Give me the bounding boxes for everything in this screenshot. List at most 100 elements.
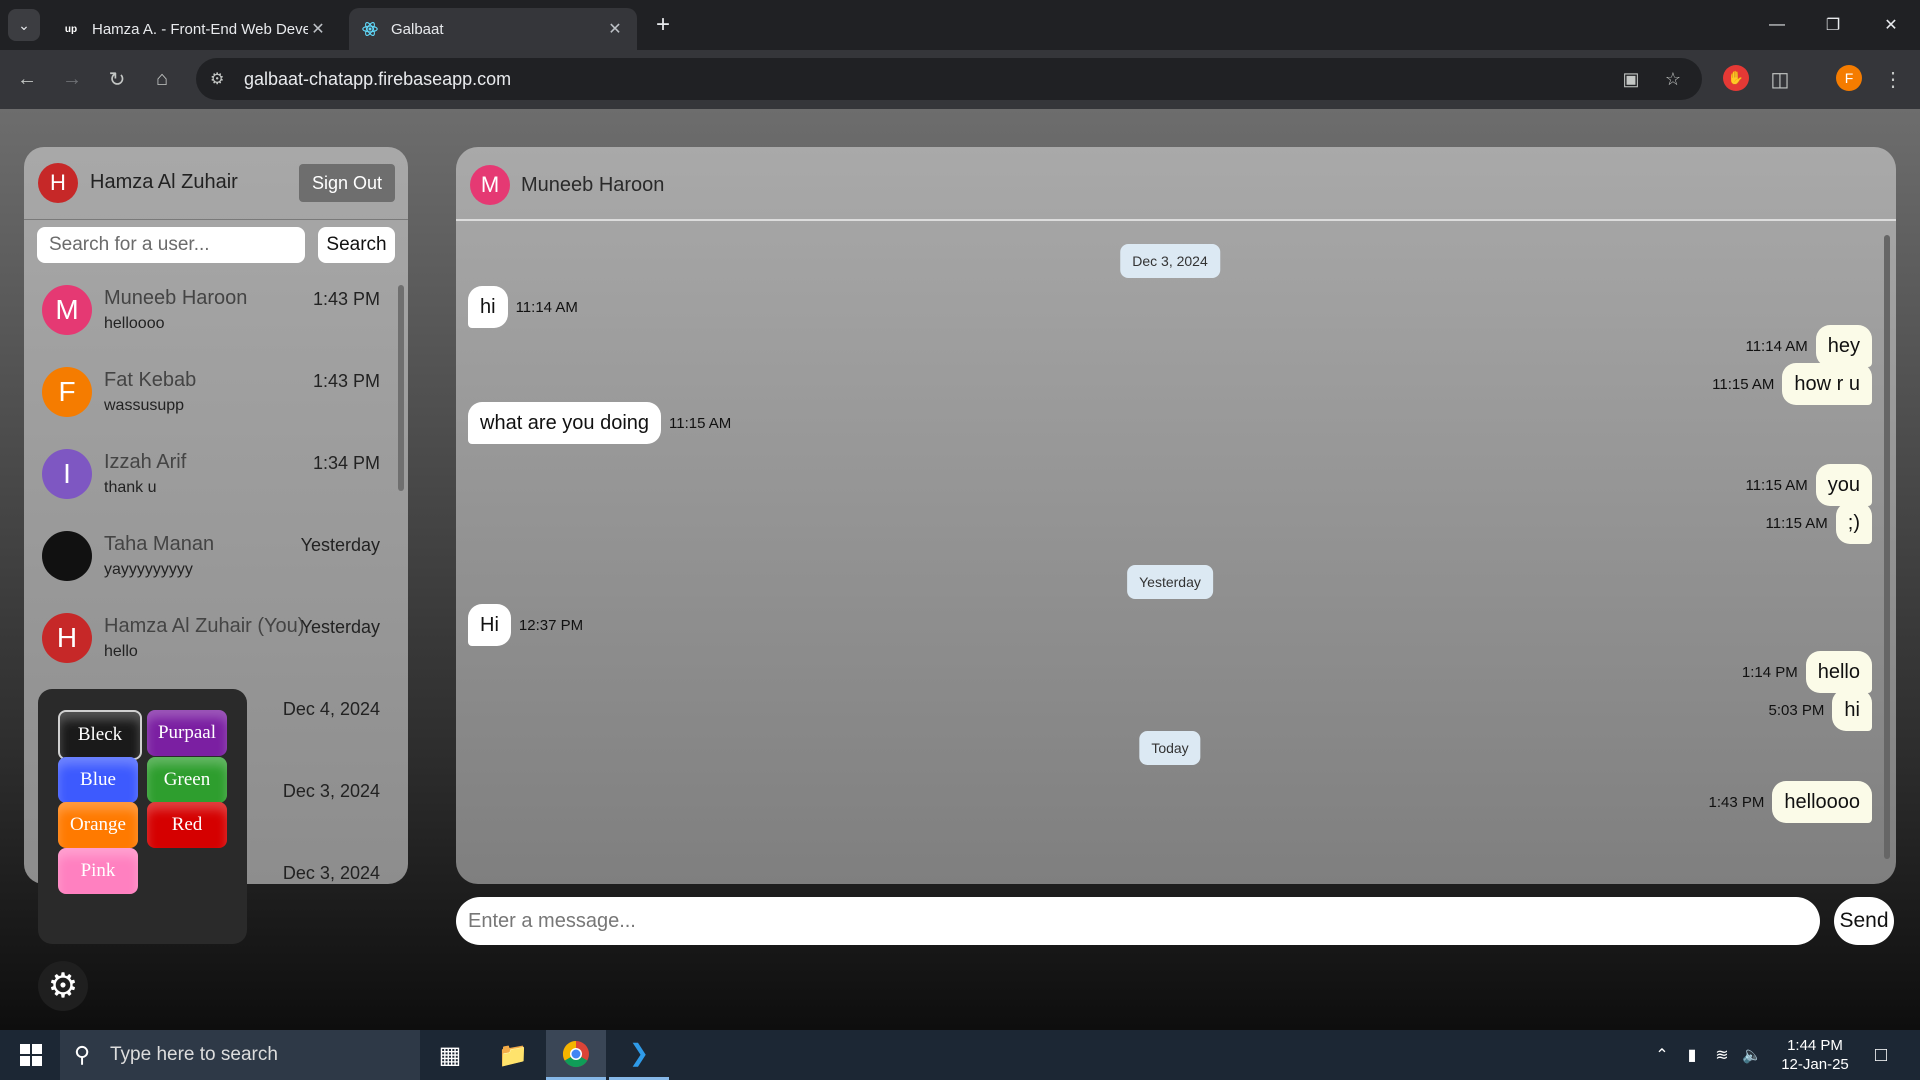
message-bubble: Hi (468, 604, 511, 646)
message-time: 11:14 AM (515, 298, 578, 316)
conversation-preview: helloooo (104, 315, 165, 332)
conversation-item[interactable]: M Muneeb Haroon helloooo 1:43 PM (24, 273, 396, 355)
message-time: 11:15 AM (669, 414, 732, 432)
theme-option-orange[interactable]: Orange (58, 802, 138, 848)
home-icon[interactable]: ⌂ (147, 64, 177, 94)
message-bubble: helloooo (1772, 781, 1872, 823)
message-time: 11:15 AM (1745, 476, 1808, 494)
sidebar-scrollbar[interactable] (398, 285, 404, 491)
extension-puzzle-icon[interactable]: ◫ (1765, 64, 1795, 94)
tab-list-chevron-icon[interactable]: ⌄ (8, 9, 40, 41)
chat-contact-name: Muneeb Haroon (521, 174, 665, 196)
file-explorer-icon[interactable]: 📁 (483, 1030, 543, 1080)
address-bar[interactable]: ⚙ galbaat-chatapp.firebaseapp.com ▣ ☆ (196, 58, 1702, 100)
conversation-item[interactable]: I Izzah Arif thank u 1:34 PM (24, 437, 396, 519)
task-view-icon[interactable]: ▦ (420, 1030, 480, 1080)
kebab-menu-icon[interactable]: ⋮ (1878, 64, 1908, 94)
message-time: 12:37 PM (518, 616, 584, 634)
taskbar: ⚲ Type here to search ▦ 📁 ❯ ⌃ ▮ ≋ 🔈 1:44… (0, 1030, 1920, 1080)
conversation-preview: hello (104, 643, 138, 660)
chevron-up-icon[interactable]: ⌃ (1650, 1044, 1674, 1066)
message-time: 1:43 PM (1708, 793, 1765, 811)
message-bubble: hi (468, 286, 508, 328)
message-time: 11:15 AM (1712, 375, 1775, 393)
outgoing-message: hey 11:14 AM (1737, 325, 1872, 367)
wifi-icon[interactable]: ≋ (1710, 1044, 1734, 1066)
restore-icon[interactable]: ❐ (1810, 10, 1856, 40)
tab-upwork[interactable]: up Hamza A. - Front-End Web Developer ✕ (50, 8, 340, 50)
outgoing-message: hi 5:03 PM (1761, 689, 1872, 731)
close-window-icon[interactable]: ✕ (1868, 10, 1914, 40)
close-icon[interactable]: ✕ (605, 19, 625, 39)
close-icon[interactable]: ✕ (308, 19, 328, 39)
battery-icon[interactable]: ▮ (1680, 1044, 1704, 1066)
theme-option-red[interactable]: Red (147, 802, 227, 848)
forward-arrow-icon[interactable]: → (57, 64, 87, 94)
chrome-icon[interactable] (546, 1030, 606, 1080)
clock[interactable]: 1:44 PM 12-Jan-25 (1760, 1036, 1870, 1074)
conversation-item[interactable]: F Fat Kebab wassusupp 1:43 PM (24, 355, 396, 437)
reload-icon[interactable]: ↻ (102, 64, 132, 94)
conversation-preview: thank u (104, 479, 157, 496)
taskbar-search-box[interactable]: ⚲ Type here to search (60, 1030, 420, 1080)
conversation-time: 1:43 PM (312, 371, 380, 391)
profile-avatar[interactable]: F (1836, 65, 1862, 91)
message-input[interactable] (456, 897, 1820, 945)
date-separator: Today (1139, 731, 1201, 765)
message-time: 5:03 PM (1768, 701, 1825, 719)
windows-start-icon[interactable] (10, 1040, 52, 1070)
message-list: Dec 3, 2024 hi 11:14 AM hey 11:14 AM how r u 1… (456, 221, 1896, 884)
chat-scrollbar[interactable] (1884, 235, 1890, 859)
site-settings-icon[interactable]: ⚙ (210, 69, 236, 89)
outgoing-message: ;) 11:15 AM (1758, 502, 1872, 544)
user-search-input[interactable] (37, 227, 305, 263)
theme-option-bleck[interactable]: Bleck (58, 710, 142, 760)
upwork-icon: up (64, 23, 78, 35)
back-arrow-icon[interactable]: ← (12, 64, 42, 94)
outgoing-message: how r u 11:15 AM (1704, 363, 1872, 405)
notification-icon[interactable]: □ (1866, 1042, 1896, 1068)
conversation-time: Dec 3, 2024 (282, 863, 380, 883)
star-icon[interactable]: ☆ (1660, 66, 1686, 92)
message-bubble: how r u (1782, 363, 1872, 405)
vscode-icon[interactable]: ❯ (609, 1030, 669, 1080)
minimize-icon[interactable]: — (1754, 10, 1800, 40)
plus-icon[interactable]: + (650, 11, 676, 38)
theme-option-blue[interactable]: Blue (58, 757, 138, 803)
incoming-message: hi 11:14 AM (468, 286, 586, 328)
outgoing-message: you 11:15 AM (1737, 464, 1872, 506)
conversation-item[interactable]: H Hamza Al Zuhair (You) hello Yesterday (24, 601, 396, 683)
outgoing-message: hello 1:14 PM (1734, 651, 1872, 693)
sign-out-button[interactable]: Sign Out (299, 164, 395, 202)
react-icon (361, 20, 379, 38)
theme-option-pink[interactable]: Pink (58, 848, 138, 894)
chat-header: M Muneeb Haroon (456, 147, 1896, 221)
conversation-item[interactable]: Taha Manan yayyyyyyyyy Yesterday (24, 519, 396, 601)
date-separator: Dec 3, 2024 (1120, 244, 1220, 278)
tab-galbaat[interactable]: Galbaat ✕ (349, 8, 637, 50)
install-app-icon[interactable]: ▣ (1618, 66, 1644, 92)
conversation-preview: yayyyyyyyyy (104, 561, 193, 578)
conversation-time: Yesterday (300, 617, 380, 637)
message-time: 11:14 AM (1745, 337, 1808, 355)
browser-tab-strip: ⌄ up Hamza A. - Front-End Web Developer … (0, 0, 1920, 50)
conversation-name: Hamza Al Zuhair (You) (104, 615, 305, 637)
conversation-name: Fat Kebab (104, 369, 197, 391)
current-user-row: H Hamza Al Zuhair Sign Out (24, 147, 408, 220)
date-separator: Yesterday (1127, 565, 1213, 599)
search-icon: ⚲ (74, 1042, 91, 1067)
avatar: H (42, 613, 92, 663)
extension-icon[interactable]: ✋ (1723, 65, 1749, 91)
message-bubble: hello (1805, 651, 1872, 693)
gear-icon[interactable]: ⚙ (38, 961, 88, 1011)
message-bubble: ;) (1835, 502, 1872, 544)
search-button[interactable]: Search (318, 227, 395, 263)
clock-date: 12-Jan-25 (1781, 1056, 1849, 1073)
theme-option-green[interactable]: Green (147, 757, 227, 803)
conversation-name: Izzah Arif (104, 451, 187, 473)
send-button[interactable]: Send (1834, 897, 1894, 945)
theme-option-purpaal[interactable]: Purpaal (147, 710, 227, 756)
message-bubble: you (1815, 464, 1872, 506)
conversation-name: Muneeb Haroon (104, 287, 248, 309)
current-user-name: Hamza Al Zuhair (90, 171, 238, 193)
